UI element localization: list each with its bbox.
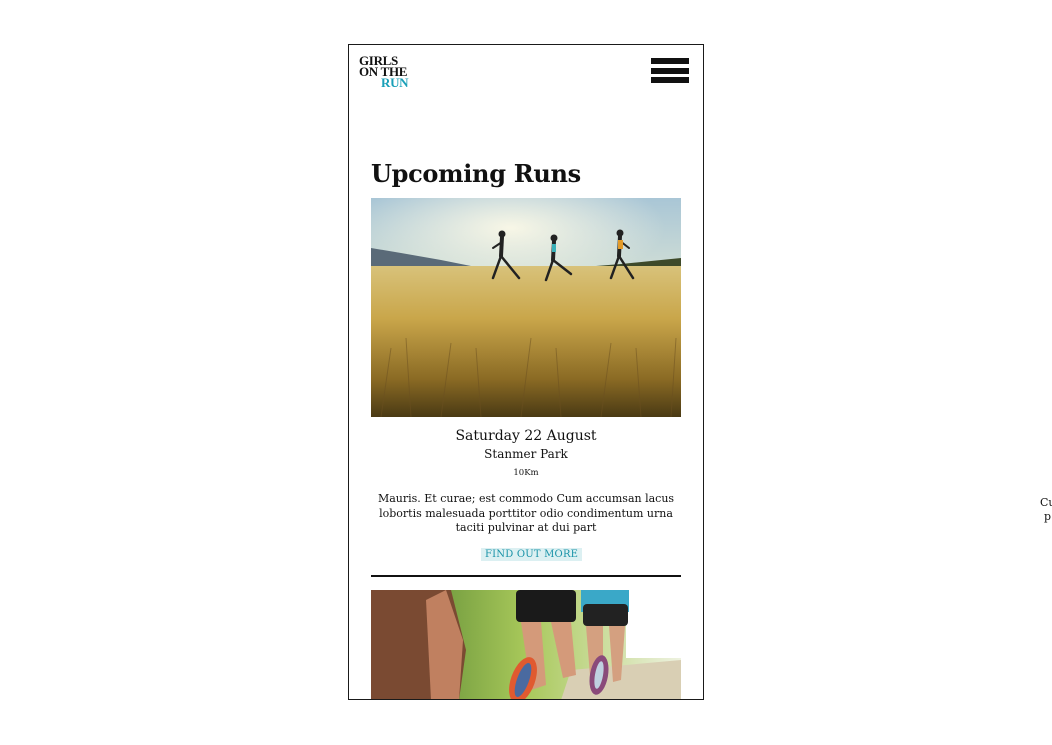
- event-location: Stanmer Park: [484, 447, 568, 461]
- event-distance: 10Km: [513, 468, 539, 478]
- event-date: Saturday 22 August: [455, 428, 597, 444]
- event-image-runners-legs: [371, 590, 681, 699]
- event-description: Mauris. Et curae; est commodo Cum accums…: [377, 492, 675, 534]
- find-out-more-button[interactable]: FIND OUT MORE: [481, 548, 583, 561]
- event-image-runners-field: [371, 198, 681, 417]
- page-title: Upcoming Runs: [371, 159, 581, 188]
- hamburger-icon[interactable]: [651, 58, 689, 86]
- mobile-frame: GIRLS ON THE RUN Upcoming Runs Saturday …: [348, 44, 704, 700]
- offscreen-text-line-1: Cu: [1040, 496, 1052, 509]
- site-logo[interactable]: GIRLS ON THE RUN: [359, 54, 429, 89]
- offscreen-text-line-2: p: [1044, 510, 1052, 523]
- divider: [371, 575, 681, 577]
- offscreen-text: Cu p: [1040, 496, 1052, 524]
